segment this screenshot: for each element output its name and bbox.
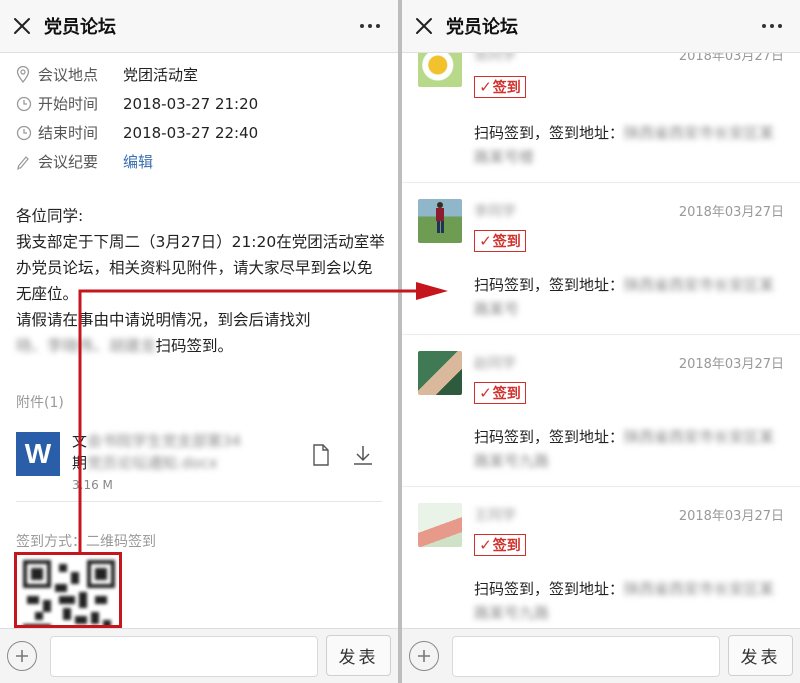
top-bar: 党员论坛 (402, 0, 800, 53)
word-file-icon: W (16, 432, 60, 476)
user-name: 张同学 (474, 53, 516, 64)
meeting-meta: 会议地点 党团活动室 开始时间 2018-03-27 21:20 结束时间 20… (16, 60, 386, 176)
publish-button[interactable]: 发表 (728, 635, 793, 676)
list-item: 张同学 2018年03月27日 ✓ 签到 扫码签到，签到地址：陕西省西安市长安区某… (402, 53, 800, 183)
page-title: 党员论坛 (44, 17, 116, 38)
attachment-name-blurred2: 党员论坛通知.docx (87, 454, 218, 472)
avatar (418, 199, 462, 243)
signin-date: 2018年03月27日 (678, 509, 784, 524)
more-icon[interactable] (342, 0, 398, 53)
meta-end-time: 结束时间 2018-03-27 22:40 (16, 118, 386, 147)
add-icon[interactable] (7, 641, 37, 671)
user-name: 赵同学 (474, 356, 516, 372)
add-icon[interactable] (409, 641, 439, 671)
notice-greeting: 各位同学: (16, 207, 84, 225)
avatar (418, 53, 462, 87)
comment-bar: 发表 (0, 628, 398, 683)
meta-label: 会议纪要 (38, 153, 99, 171)
notice-leave-line: 请假请在事由中请说明情况，到会后请找刘 (16, 311, 311, 329)
comment-bar: 发表 (402, 628, 800, 683)
signin-date: 2018年03月27日 (678, 53, 784, 64)
list-item: 赵同学 2018年03月27日 ✓ 签到 扫码签到，签到地址：陕西省西安市长安区某… (402, 335, 800, 487)
comment-input[interactable] (452, 636, 720, 677)
qr-code-highlight[interactable] (14, 552, 122, 628)
meta-value: 党团活动室 (123, 66, 199, 84)
list-item: 李同学 2018年03月27日 ✓ 签到 扫码签到，签到地址：陕西省西安市长安区某… (402, 183, 800, 335)
clock-icon (16, 95, 38, 113)
page-title: 党员论坛 (446, 17, 518, 38)
signin-text: 扫码签到，签到地址：陕西省西安市长安区某路某号楼 (474, 124, 775, 166)
attachment-label: 附件(1) (16, 395, 64, 411)
edit-minutes-link[interactable]: 编辑 (123, 151, 153, 172)
signin-date: 2018年03月27日 (678, 205, 784, 220)
blurred-names: 旸、李晓伟、胡建龙 (16, 337, 156, 355)
attachment-name: 文会书院学生党支部第34 期党员论坛通知.docx (72, 430, 272, 474)
signin-list-pane: 党员论坛 张同学 2018年03月27日 ✓ 签到 扫码签到，签到地址：陕西省西安… (402, 0, 800, 683)
qr-code-icon (23, 560, 115, 625)
signin-method: 签到方式：二维码签到 (16, 534, 156, 550)
attachment-item[interactable]: W 文会书院学生党支部第34 期党员论坛通知.docx 3.16 M (16, 426, 382, 502)
meta-label: 结束时间 (38, 124, 99, 142)
comment-input[interactable] (50, 636, 318, 677)
notice-end: 扫码签到。 (155, 337, 234, 355)
signed-stamp: ✓ 签到 (474, 534, 526, 556)
notice-paragraph: 我支部定于下周二（3月27日）21:20在党团活动室举办党员论坛，相关资料见附件… (16, 233, 385, 303)
user-name: 李同学 (474, 204, 516, 220)
more-icon[interactable] (744, 0, 800, 53)
avatar (418, 503, 462, 547)
signin-date: 2018年03月27日 (678, 357, 784, 372)
pencil-icon (16, 153, 38, 171)
signed-stamp: ✓ 签到 (474, 382, 526, 404)
meta-label: 会议地点 (38, 66, 99, 84)
clock-icon (16, 124, 38, 142)
close-icon[interactable] (0, 0, 44, 53)
meeting-detail-pane: 党员论坛 会议地点 党团活动室 开始时间 2018-03-27 21:20 结束… (0, 0, 398, 683)
attachment-name-blurred: 会书院学生党支部第34 (87, 432, 242, 450)
meta-label: 开始时间 (38, 95, 99, 113)
meta-minutes: 会议纪要 编辑 (16, 147, 386, 176)
top-bar: 党员论坛 (0, 0, 398, 53)
signin-text: 扫码签到，签到地址：陕西省西安市长安区某路某号九路 (474, 580, 775, 622)
meeting-notice: 各位同学: 我支部定于下周二（3月27日）21:20在党团活动室举办党员论坛，相… (16, 203, 386, 359)
signin-list: 张同学 2018年03月27日 ✓ 签到 扫码签到，签到地址：陕西省西安市长安区某… (402, 53, 800, 628)
avatar (418, 351, 462, 395)
notice-last-line: 旸、李晓伟、胡建龙扫码签到。 (16, 333, 386, 359)
user-name: 王同学 (474, 508, 516, 524)
attachment-name-prefix2: 期 (72, 454, 88, 472)
preview-file-icon[interactable] (312, 444, 330, 470)
attachment-name-prefix: 文 (72, 432, 88, 450)
signin-text: 扫码签到，签到地址：陕西省西安市长安区某路某号九路 (474, 428, 775, 470)
location-pin-icon (16, 66, 38, 84)
meta-location: 会议地点 党团活动室 (16, 60, 386, 89)
signin-text: 扫码签到，签到地址：陕西省西安市长安区某路某号 (474, 276, 775, 318)
meta-value: 2018-03-27 22:40 (123, 123, 259, 142)
attachment-size: 3.16 M (72, 478, 113, 492)
close-icon[interactable] (402, 0, 446, 53)
list-item: 王同学 2018年03月27日 ✓ 签到 扫码签到，签到地址：陕西省西安市长安区某… (402, 487, 800, 628)
meta-start-time: 开始时间 2018-03-27 21:20 (16, 89, 386, 118)
signed-stamp: ✓ 签到 (474, 230, 526, 252)
download-icon[interactable] (352, 444, 374, 470)
signed-stamp: ✓ 签到 (474, 76, 526, 98)
meta-value: 2018-03-27 21:20 (123, 94, 259, 113)
attachment-actions (312, 444, 374, 470)
publish-button[interactable]: 发表 (326, 635, 391, 676)
